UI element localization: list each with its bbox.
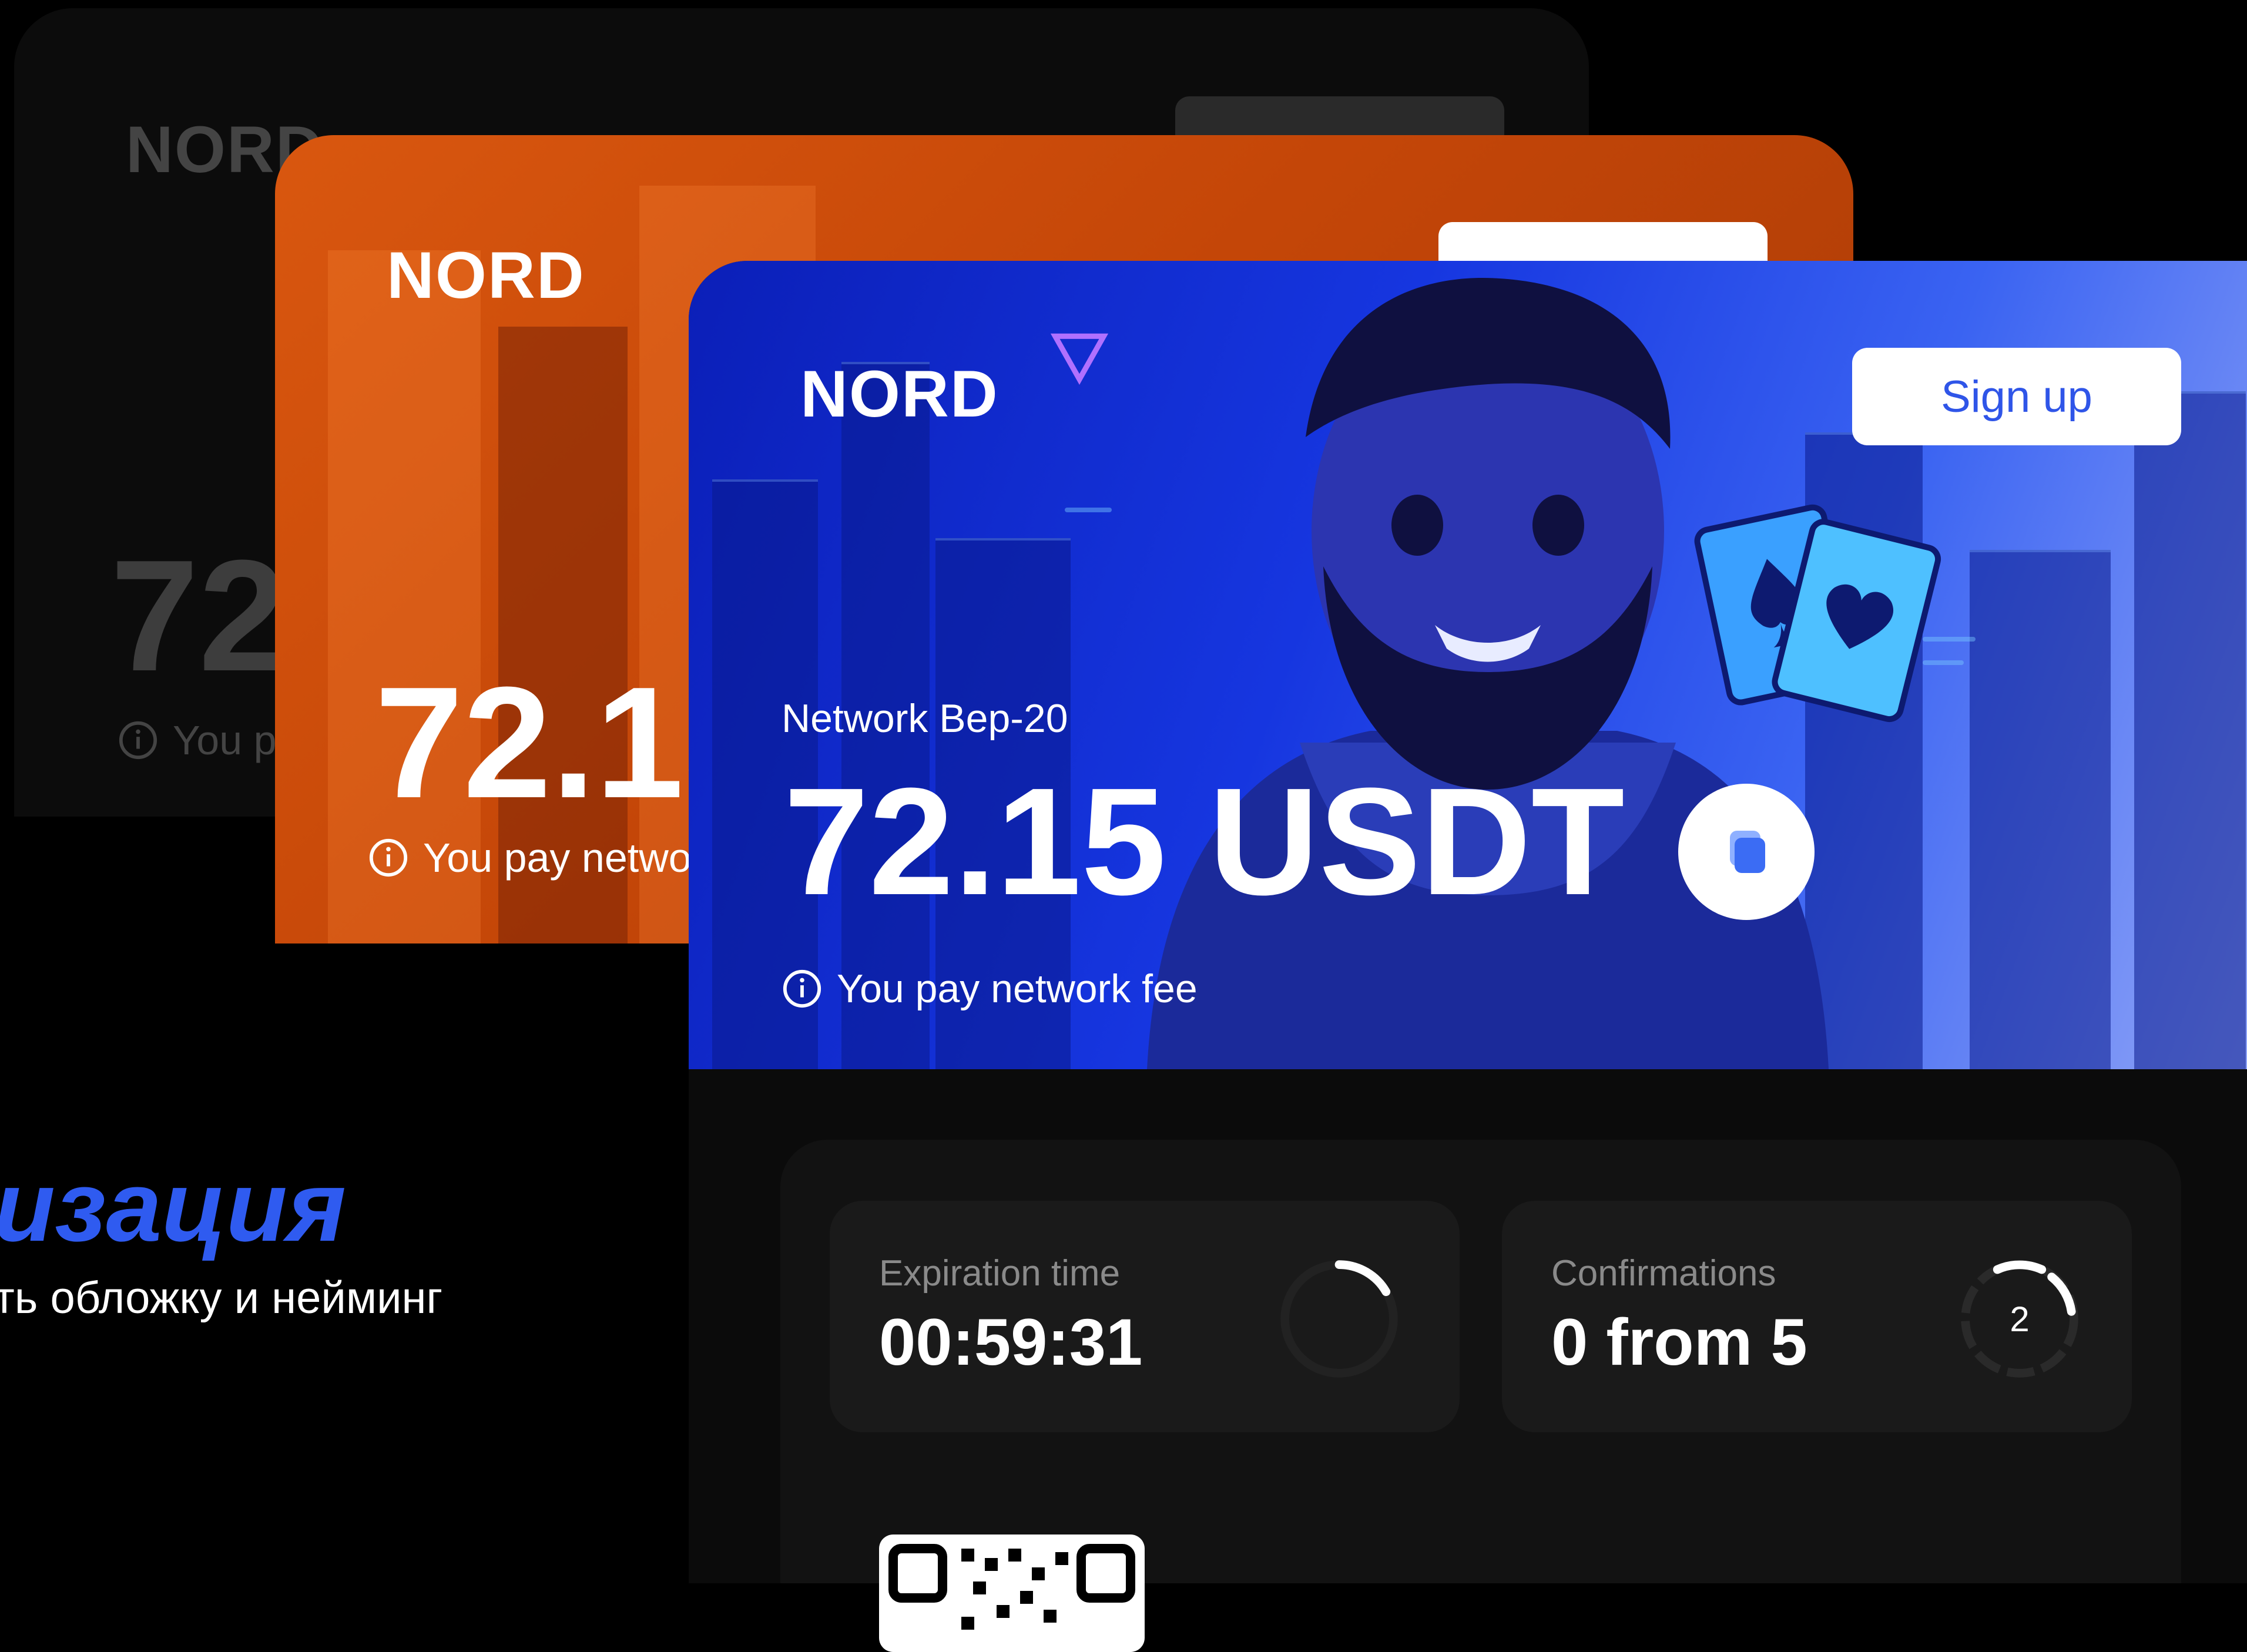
fee-note: You pa xyxy=(118,717,299,764)
payment-amount: 72.15 USDT xyxy=(784,757,1625,927)
section-subtext: ть обложку и нейминг xyxy=(0,1273,443,1323)
card-hero: NORD Sign up Network Bep-20 72.15 USDT Y… xyxy=(689,261,2247,1069)
confirmations-value: 0 from 5 xyxy=(1551,1305,1807,1379)
fee-text: You pay network fee xyxy=(837,966,1198,1011)
payment-card-blue: NORD Sign up Network Bep-20 72.15 USDT Y… xyxy=(689,261,2247,1583)
expiration-card: Expiration time 00:59:31 xyxy=(830,1201,1460,1432)
confirmations-card: Confirmations 0 from 5 2 xyxy=(1502,1201,2132,1432)
section-heading: изация xyxy=(0,1151,346,1262)
fee-text: You pay netwo xyxy=(423,835,692,881)
payment-status-panel: Expiration time 00:59:31 Confirmations 0… xyxy=(780,1140,2181,1583)
triangle-icon xyxy=(1050,333,1109,385)
playing-cards-icon xyxy=(1694,504,1941,723)
confirmations-label: Confirmations xyxy=(1551,1253,1776,1294)
copy-icon xyxy=(1730,831,1765,873)
brand-logo: NORD xyxy=(387,239,585,312)
expiration-timer: 00:59:31 xyxy=(879,1305,1143,1379)
signup-button[interactable]: Sign up xyxy=(1852,348,2181,445)
expiration-label: Expiration time xyxy=(879,1253,1121,1294)
info-icon xyxy=(369,838,408,877)
brand-logo: NORD xyxy=(800,357,999,431)
fee-note: You pay network fee xyxy=(782,966,1198,1012)
confirmations-count: 2 xyxy=(2010,1299,2030,1339)
payment-amount: 72 xyxy=(110,528,287,704)
qr-code xyxy=(879,1535,1145,1652)
timer-spinner-icon xyxy=(1280,1260,1398,1378)
network-label: Network Bep-20 xyxy=(782,696,1068,741)
info-icon xyxy=(783,969,821,1008)
fee-note: You pay netwo xyxy=(368,834,692,881)
info-icon xyxy=(119,721,157,760)
copy-button[interactable] xyxy=(1678,784,1815,920)
